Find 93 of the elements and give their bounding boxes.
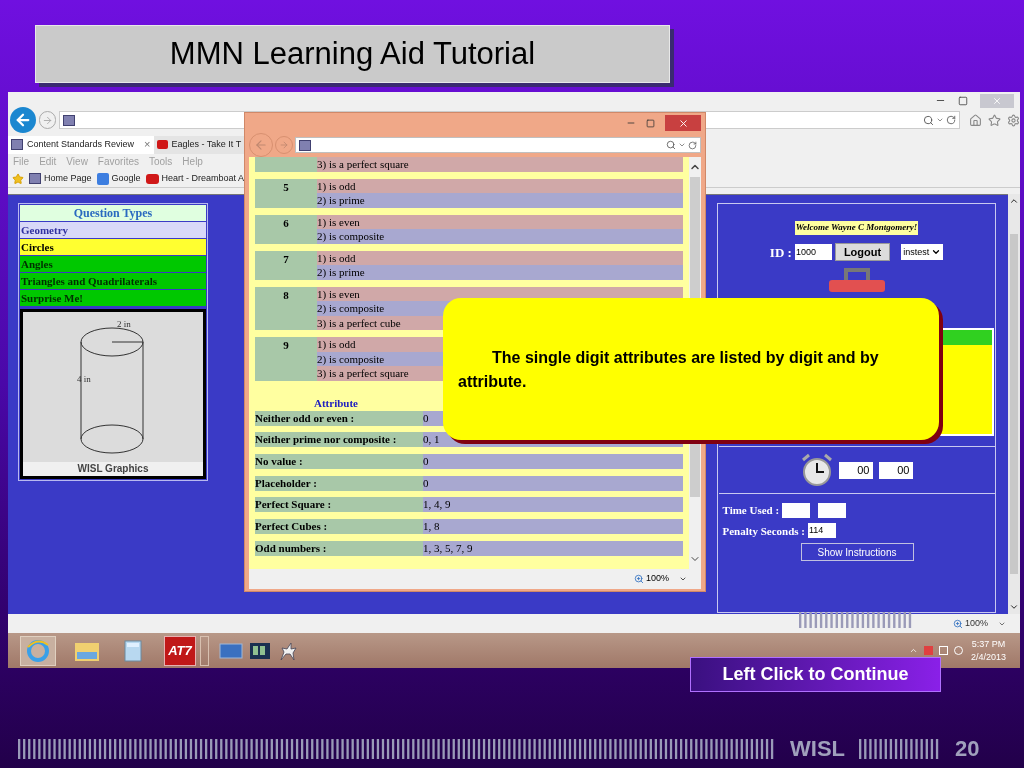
windows-icon[interactable]	[249, 641, 271, 660]
footer-brand: WISL	[790, 735, 845, 763]
close-icon	[677, 117, 689, 129]
back-button[interactable]	[10, 107, 36, 134]
attribute-name: No value :	[255, 453, 423, 469]
caret-icon[interactable]	[679, 575, 687, 583]
alarm-clock-icon	[800, 453, 833, 488]
home-icon[interactable]	[969, 113, 982, 127]
close-button[interactable]	[665, 115, 701, 131]
taskbar-scroll[interactable]	[200, 635, 209, 666]
attribute-value: 1, 3, 5, 7, 9	[423, 540, 683, 556]
caret-icon[interactable]	[678, 141, 686, 149]
digit-cell	[255, 157, 317, 172]
tab-close[interactable]: ×	[144, 136, 151, 153]
question-type[interactable]: Circles	[20, 239, 206, 256]
digit-cell: 7	[255, 250, 317, 280]
penalty-field[interactable]: 114	[808, 523, 836, 539]
site-icon	[299, 139, 311, 151]
digit-cell: 6	[255, 214, 317, 244]
favorites-icon[interactable]	[12, 172, 24, 185]
digit-cell: 5	[255, 178, 317, 208]
page-number: 20	[955, 735, 980, 763]
question-type[interactable]: Surprise Me!	[20, 290, 206, 307]
zoom-level[interactable]: 100%	[964, 617, 988, 631]
account-select[interactable]: instest	[901, 244, 944, 261]
favorite-link[interactable]: Home Page	[44, 171, 92, 186]
attribute-name: Neither prime nor composite :	[255, 432, 423, 448]
video-icon	[145, 173, 159, 184]
digit-cell: 9	[255, 337, 317, 381]
question-type[interactable]: Angles	[20, 256, 206, 273]
scrollbar[interactable]	[1008, 194, 1020, 615]
search-icon[interactable]	[666, 140, 676, 150]
search-icon[interactable]	[923, 114, 934, 126]
site-icon	[29, 173, 41, 184]
logout-button[interactable]: Logout	[834, 243, 891, 262]
zoom-icon[interactable]	[633, 574, 644, 584]
refresh-icon[interactable]	[688, 140, 697, 150]
app-taskbar-icon[interactable]: AT7	[164, 635, 196, 666]
favorite-link[interactable]: Heart - Dreamboat A	[161, 171, 245, 186]
question-type[interactable]: Triangles and Quadrilaterals	[20, 273, 206, 290]
network-icon[interactable]	[938, 646, 948, 656]
panel-heading: Question Types	[20, 205, 206, 222]
penalty-label: Penalty Seconds :	[722, 523, 805, 539]
attribute-value: 1, 4, 9	[423, 497, 683, 513]
id-label: ID :	[769, 243, 792, 262]
attribute-name: Odd numbers :	[255, 540, 423, 556]
browser-taskbar-icon[interactable]	[20, 635, 56, 666]
browser-tab[interactable]: Content Standards Review ×	[8, 135, 154, 154]
attribute-name: Placeholder :	[255, 475, 423, 491]
star-icon[interactable]	[988, 113, 1001, 127]
time-field[interactable]	[782, 502, 811, 518]
attribute-heading: Attribute	[313, 395, 359, 411]
slide-title: MMN Learning Aid Tutorial	[169, 34, 536, 73]
close-icon	[992, 95, 1002, 106]
height-label: 4 in	[77, 373, 91, 387]
attribute-name: Neither odd or even :	[255, 410, 423, 426]
restore-icon[interactable]	[958, 95, 968, 106]
attribute-value: 1, 8	[423, 518, 683, 534]
question-type[interactable]: Geometry	[20, 222, 206, 239]
monitor-icon[interactable]	[219, 641, 243, 660]
timer-field[interactable]: 00	[838, 461, 873, 479]
timer-field[interactable]: 00	[878, 461, 913, 479]
address-field[interactable]	[295, 137, 701, 153]
attribute-name: Perfect Cubes :	[255, 518, 423, 534]
instructions-button[interactable]: Show Instructions	[800, 543, 914, 562]
continue-button[interactable]: Left Click to Continue	[690, 657, 941, 692]
zoom-level[interactable]: 100%	[645, 572, 669, 586]
browser-tab[interactable]: Eagles - Take It T	[153, 135, 245, 154]
clock-date[interactable]: 2/4/2013	[970, 650, 1006, 664]
site-icon	[11, 139, 23, 150]
refresh-icon[interactable]	[946, 115, 956, 126]
figure-caption: WISL Graphics	[23, 462, 203, 477]
zoom-icon[interactable]	[952, 618, 963, 629]
toolbox-icon[interactable]	[827, 266, 886, 293]
digit-cell: 8	[255, 286, 317, 330]
id-field[interactable]: 1000	[794, 244, 832, 261]
site-icon	[63, 114, 76, 126]
time-used-label: Time Used :	[722, 503, 780, 519]
attribute-value: 0	[423, 475, 683, 491]
welcome-label: Welcome Wayne C Montgomery!	[794, 221, 919, 235]
attribute-value: 0	[423, 453, 683, 469]
calculator-icon[interactable]	[124, 639, 142, 662]
settings-icon[interactable]	[1007, 113, 1020, 127]
maximize-icon[interactable]	[646, 118, 655, 128]
globe-icon	[26, 638, 50, 663]
radius-label: 2 in	[117, 318, 131, 332]
forward-arrow-icon	[42, 114, 54, 126]
google-icon	[96, 172, 109, 185]
favorite-link[interactable]: Google	[111, 171, 141, 186]
forward-arrow-icon	[279, 140, 289, 150]
video-icon	[156, 140, 168, 149]
time-field[interactable]	[818, 502, 847, 518]
attribute-name: Perfect Square :	[255, 497, 423, 513]
